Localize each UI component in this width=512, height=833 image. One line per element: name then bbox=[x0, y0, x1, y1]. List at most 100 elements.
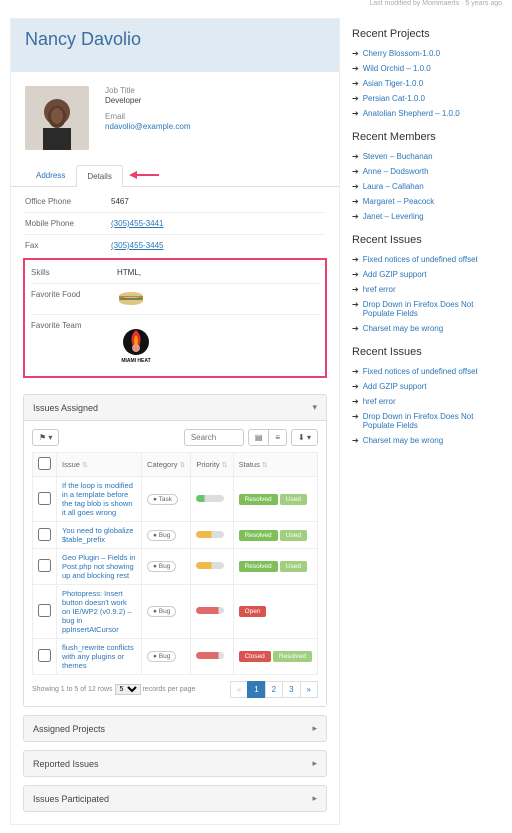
arrow-icon: ➔ bbox=[352, 49, 359, 58]
row-check[interactable] bbox=[33, 639, 57, 675]
pager-page[interactable]: 2 bbox=[265, 681, 283, 698]
member-link[interactable]: Margaret – Peacock bbox=[363, 197, 435, 206]
row-check[interactable] bbox=[33, 585, 57, 639]
priority-bar bbox=[196, 652, 224, 659]
project-link[interactable]: Anatolian Shepherd – 1.0.0 bbox=[363, 109, 460, 118]
arrow-icon: ➔ bbox=[352, 64, 359, 73]
issue-link[interactable]: Charset may be wrong bbox=[363, 436, 443, 445]
heading-recent-members: Recent Members bbox=[352, 131, 502, 143]
col-category[interactable]: Category⇅ bbox=[142, 453, 191, 477]
project-link[interactable]: Wild Orchid – 1.0.0 bbox=[363, 64, 431, 73]
issue-link[interactable]: Drop Down in Firefox Does Not Populate F… bbox=[363, 300, 502, 318]
member-link[interactable]: Laura – Callahan bbox=[363, 182, 424, 191]
member-link[interactable]: Anne – Dodsworth bbox=[363, 167, 429, 176]
issues-table: Issue⇅ Category⇅ Priority⇅ Status⇅ If th… bbox=[32, 452, 318, 675]
issue-link[interactable]: Fixed notices of undefined offset bbox=[363, 255, 478, 264]
issue-link[interactable]: Drop Down in Firefox Does Not Populate F… bbox=[363, 412, 502, 430]
panel-head-assigned-projects[interactable]: Assigned Projects ▸ bbox=[24, 716, 326, 741]
row-check[interactable] bbox=[33, 549, 57, 585]
category-badge: ● Bug bbox=[147, 530, 176, 541]
value-mobile-phone[interactable]: (305)455-3441 bbox=[111, 219, 163, 228]
category-badge: ● Bug bbox=[147, 651, 176, 662]
row-check[interactable] bbox=[33, 477, 57, 522]
table-row: flush_rewrite conflicts with any plugins… bbox=[33, 639, 318, 675]
member-link[interactable]: Janet – Leverling bbox=[363, 212, 424, 221]
sidebar: Recent Projects ➔ Cherry Blossom-1.0.0 ➔ Wi… bbox=[352, 18, 502, 825]
status-badge: Resolved bbox=[239, 561, 278, 572]
issue-link[interactable]: Charset may be wrong bbox=[363, 324, 443, 333]
tab-address[interactable]: Address bbox=[25, 164, 76, 186]
issue-link[interactable]: Geo Plugin – Fields in Post.php not show… bbox=[62, 553, 135, 580]
table-showing: Showing 1 to 5 of 12 rows bbox=[32, 686, 113, 693]
label-fav-food: Favorite Food bbox=[31, 290, 103, 308]
panel-head-issues-assigned[interactable]: Issues Assigned ▾ bbox=[24, 395, 326, 420]
col-priority[interactable]: Priority⇅ bbox=[191, 453, 233, 477]
row-check[interactable] bbox=[33, 522, 57, 549]
arrow-icon: ➔ bbox=[352, 412, 359, 421]
page-size-select[interactable]: 5 bbox=[115, 684, 141, 695]
label-fax: Fax bbox=[25, 241, 97, 250]
status-extra: Used bbox=[280, 561, 307, 572]
pager-page[interactable]: 1 bbox=[247, 681, 265, 698]
pager-page[interactable]: » bbox=[300, 681, 318, 698]
project-link[interactable]: Cherry Blossom-1.0.0 bbox=[363, 49, 440, 58]
avatar bbox=[25, 86, 89, 150]
sidebar-item: ➔Add GZIP support bbox=[352, 267, 502, 282]
status-extra: Used bbox=[280, 494, 307, 505]
highlight-arrow bbox=[129, 169, 161, 181]
issue-link[interactable]: Photopress: Insert button doesn't work o… bbox=[62, 589, 132, 634]
issue-link[interactable]: Add GZIP support bbox=[363, 270, 427, 279]
export-button[interactable]: ⬇ ▾ bbox=[291, 429, 318, 446]
category-badge: ● Bug bbox=[147, 606, 176, 617]
heading-recent-issues: Recent Issues bbox=[352, 234, 502, 246]
pager-page[interactable]: 3 bbox=[282, 681, 300, 698]
sidebar-item: ➔Charset may be wrong bbox=[352, 321, 502, 336]
status-extra: Resolved bbox=[273, 651, 312, 662]
issue-link[interactable]: flush_rewrite conflicts with any plugins… bbox=[62, 643, 134, 670]
tab-details[interactable]: Details bbox=[76, 165, 122, 187]
sidebar-item: ➔ Cherry Blossom-1.0.0 bbox=[352, 46, 502, 61]
project-link[interactable]: Asian Tiger-1.0.0 bbox=[363, 79, 423, 88]
sidebar-item: ➔Steven – Buchanan bbox=[352, 149, 502, 164]
priority-bar bbox=[196, 562, 224, 569]
panel-title-text: Issues Participated bbox=[33, 794, 109, 804]
member-link[interactable]: Steven – Buchanan bbox=[363, 152, 433, 161]
panel-head-reported-issues[interactable]: Reported Issues ▸ bbox=[24, 751, 326, 776]
arrow-icon: ➔ bbox=[352, 79, 359, 88]
chevron-right-icon: ▸ bbox=[312, 793, 317, 804]
view-card-button[interactable]: ▤ bbox=[248, 429, 270, 446]
panel-title-text: Reported Issues bbox=[33, 759, 99, 769]
table-row: Geo Plugin – Fields in Post.php not show… bbox=[33, 549, 318, 585]
arrow-icon: ➔ bbox=[352, 212, 359, 221]
issue-link[interactable]: href error bbox=[363, 397, 396, 406]
value-fax[interactable]: (305)455-3445 bbox=[111, 241, 163, 250]
sidebar-item: ➔Charset may be wrong bbox=[352, 433, 502, 448]
view-list-button[interactable]: ≡ bbox=[268, 429, 287, 446]
panel-assigned-projects: Assigned Projects ▸ bbox=[23, 715, 327, 742]
tag-button[interactable]: ⚑ ▾ bbox=[32, 429, 59, 446]
col-check[interactable] bbox=[33, 453, 57, 477]
issue-link[interactable]: If the loop is modified in a template be… bbox=[62, 481, 133, 517]
col-status[interactable]: Status⇅ bbox=[233, 453, 317, 477]
status-badge: Resolved bbox=[239, 530, 278, 541]
pager-page[interactable]: « bbox=[230, 681, 248, 698]
issue-link[interactable]: You need to globalize $table_prefix bbox=[62, 526, 133, 544]
issue-link[interactable]: href error bbox=[363, 285, 396, 294]
arrow-icon: ➔ bbox=[352, 109, 359, 118]
panel-head-issues-participated[interactable]: Issues Participated ▸ bbox=[24, 786, 326, 811]
search-input[interactable] bbox=[184, 429, 244, 446]
heading-recent-projects: Recent Projects bbox=[352, 28, 502, 40]
pager: «123» bbox=[231, 681, 318, 698]
col-issue[interactable]: Issue⇅ bbox=[57, 453, 142, 477]
project-link[interactable]: Persian Cat-1.0.0 bbox=[363, 94, 425, 103]
sidebar-item: ➔ Asian Tiger-1.0.0 bbox=[352, 76, 502, 91]
arrow-icon: ➔ bbox=[352, 382, 359, 391]
sidebar-item: ➔Margaret – Peacock bbox=[352, 194, 502, 209]
issue-link[interactable]: Add GZIP support bbox=[363, 382, 427, 391]
status-extra: Used bbox=[280, 530, 307, 541]
email-link[interactable]: ndavolio@example.com bbox=[105, 122, 191, 131]
issue-link[interactable]: Fixed notices of undefined offset bbox=[363, 367, 478, 376]
category-badge: ● Bug bbox=[147, 561, 176, 572]
tabs: Address Details bbox=[11, 164, 339, 187]
page-title: Nancy Davolio bbox=[25, 29, 325, 50]
